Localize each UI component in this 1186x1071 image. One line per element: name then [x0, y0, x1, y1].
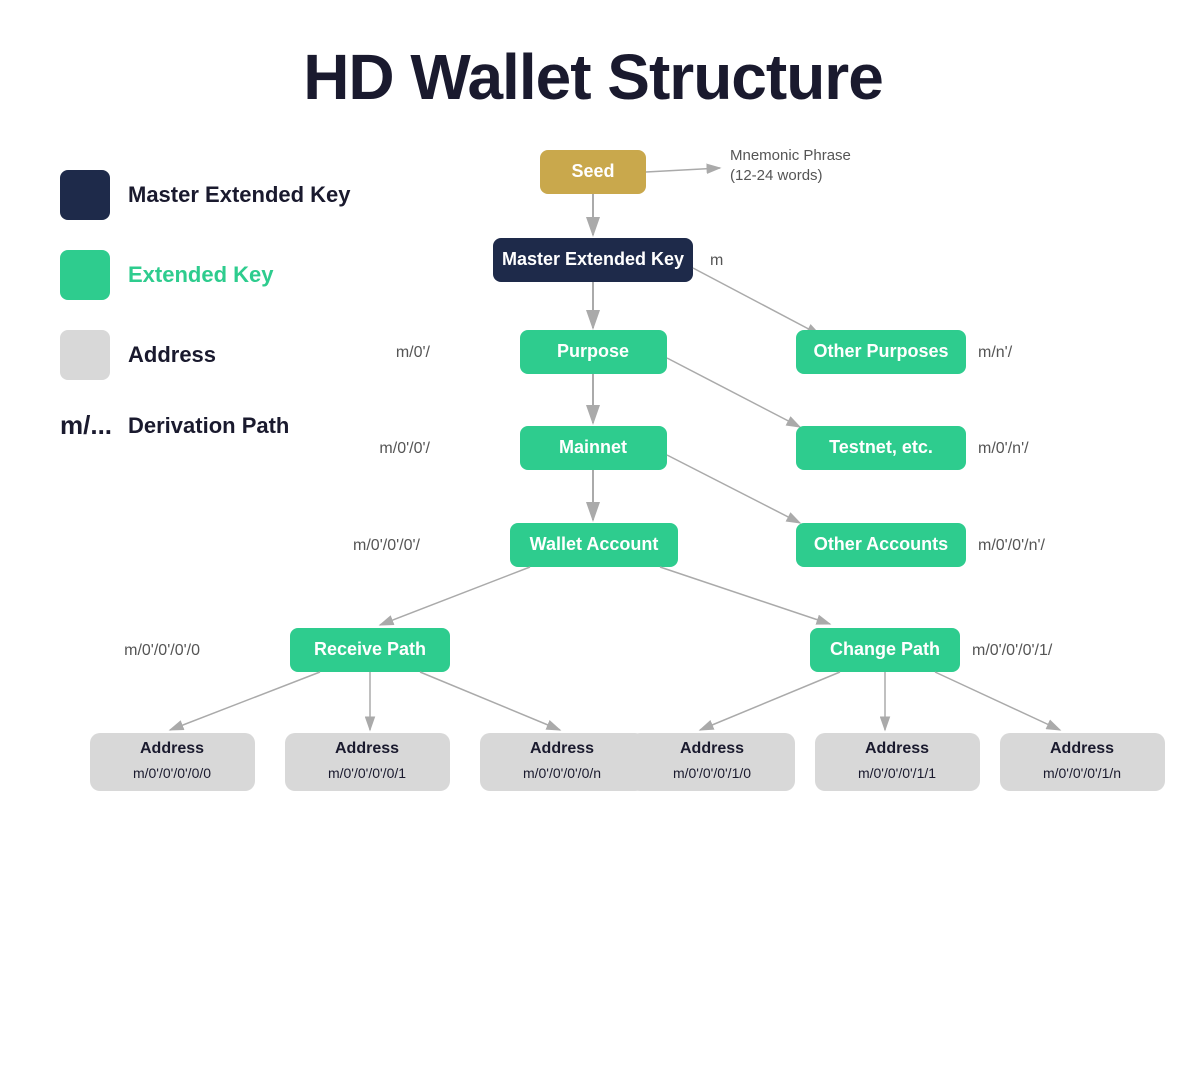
wallet-account-path: m/0'/0'/0'/ [353, 537, 421, 554]
wallet-to-change-arrow [660, 567, 830, 624]
address-chg-n-label: Address [1050, 740, 1114, 757]
wallet-account-label: Wallet Account [530, 534, 659, 554]
mainnet-to-other-accounts-arrow [667, 455, 800, 523]
testnet-path: m/0'/n'/ [978, 440, 1029, 457]
wallet-to-receive-arrow [380, 567, 530, 625]
purpose-path: m/0'/ [396, 344, 431, 361]
page-title: HD Wallet Structure [0, 0, 1186, 144]
address-chg-1-path: m/0'/0'/0'/1/1 [858, 765, 936, 781]
address-chg-0-label: Address [680, 740, 744, 757]
purpose-label: Purpose [557, 341, 629, 361]
seed-to-mnemonic-arrow [646, 168, 720, 172]
address-chg-n-path: m/0'/0'/0'/1/n [1043, 765, 1121, 781]
other-purposes-path: m/n'/ [978, 344, 1013, 361]
address-recv-n-label: Address [530, 740, 594, 757]
mnemonic-line2: (12-24 words) [730, 167, 823, 184]
address-recv-1-path: m/0'/0'/0'/0/1 [328, 765, 406, 781]
master-path: m [710, 252, 723, 269]
receive-path-label: Receive Path [314, 639, 426, 659]
change-path-label: Change Path [830, 639, 940, 659]
other-accounts-path: m/0'/0'/n'/ [978, 537, 1046, 554]
diagram: Seed Mnemonic Phrase (12-24 words) Maste… [0, 130, 1186, 1050]
change-to-addr0-arrow [700, 672, 840, 730]
mainnet-path: m/0'/0'/ [379, 440, 430, 457]
address-chg-1-label: Address [865, 740, 929, 757]
seed-label: Seed [571, 161, 614, 181]
address-recv-1-label: Address [335, 740, 399, 757]
testnet-label: Testnet, etc. [829, 437, 933, 457]
address-chg-0-path: m/0'/0'/0'/1/0 [673, 765, 751, 781]
change-path-path: m/0'/0'/0'/1/ [972, 642, 1053, 659]
master-to-other-purposes-arrow [693, 268, 820, 335]
master-label: Master Extended Key [502, 249, 684, 269]
address-recv-0-label: Address [140, 740, 204, 757]
mainnet-label: Mainnet [559, 437, 627, 457]
address-recv-n-path: m/0'/0'/0'/0/n [523, 765, 601, 781]
address-recv-0-path: m/0'/0'/0'/0/0 [133, 765, 211, 781]
purpose-to-testnet-arrow [667, 358, 800, 427]
change-to-addrn-arrow [935, 672, 1060, 730]
receive-to-addr0-arrow [170, 672, 320, 730]
mnemonic-line1: Mnemonic Phrase [730, 147, 851, 164]
other-accounts-label: Other Accounts [814, 534, 948, 554]
receive-to-addrn-arrow [420, 672, 560, 730]
receive-path-path: m/0'/0'/0'/0 [124, 642, 200, 659]
other-purposes-label: Other Purposes [813, 341, 948, 361]
